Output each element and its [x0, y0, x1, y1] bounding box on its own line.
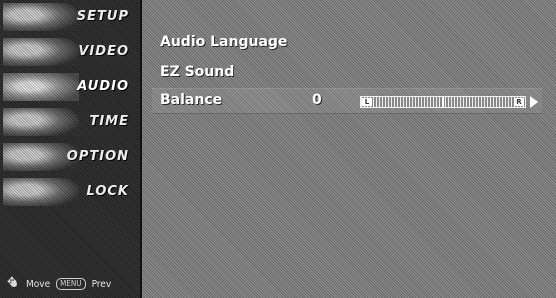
audio-menu-panel: Audio Language EZ Sound Balance 0 L R — [142, 0, 556, 298]
navigation-hint: Move MENU Prev — [7, 275, 112, 290]
prev-label: Prev — [91, 278, 112, 290]
right-arrow-icon[interactable] — [530, 96, 538, 108]
sidebar-item-label: OPTION — [66, 149, 129, 164]
sidebar-item-time[interactable]: TIME — [2, 107, 138, 137]
video-icon — [3, 38, 79, 66]
slider-thumb[interactable] — [442, 97, 444, 107]
menu-key-icon: MENU — [56, 278, 86, 290]
menu-sidebar: SETUP VIDEO AUDIO TIME OPTION LOCK Move … — [0, 0, 142, 298]
option-audio-language[interactable]: Audio Language — [160, 34, 287, 50]
sidebar-item-label: LOCK — [86, 184, 129, 199]
move-icon — [7, 275, 20, 290]
tv-osd-screen: SETUP VIDEO AUDIO TIME OPTION LOCK Move … — [0, 0, 556, 298]
sidebar-item-label: SETUP — [76, 9, 129, 24]
sidebar-item-option[interactable]: OPTION — [2, 142, 138, 172]
sidebar-item-label: AUDIO — [77, 79, 129, 94]
balance-slider[interactable]: L R — [360, 96, 526, 108]
sidebar-item-video[interactable]: VIDEO — [2, 37, 138, 67]
lock-icon — [3, 178, 79, 206]
sidebar-item-label: VIDEO — [78, 44, 129, 59]
sidebar-item-lock[interactable]: LOCK — [2, 177, 138, 207]
option-ez-sound[interactable]: EZ Sound — [160, 64, 234, 80]
option-balance[interactable]: Balance — [160, 92, 222, 108]
slider-left-label: L — [362, 98, 372, 106]
move-label: Move — [26, 278, 51, 290]
audio-icon — [3, 73, 79, 101]
sidebar-item-setup[interactable]: SETUP — [2, 2, 138, 32]
sidebar-item-label: TIME — [89, 114, 129, 129]
setup-icon — [3, 3, 79, 31]
time-icon — [3, 108, 79, 136]
balance-value: 0 — [312, 92, 322, 108]
slider-right-label: R — [514, 98, 524, 106]
sidebar-item-audio[interactable]: AUDIO — [2, 72, 138, 102]
